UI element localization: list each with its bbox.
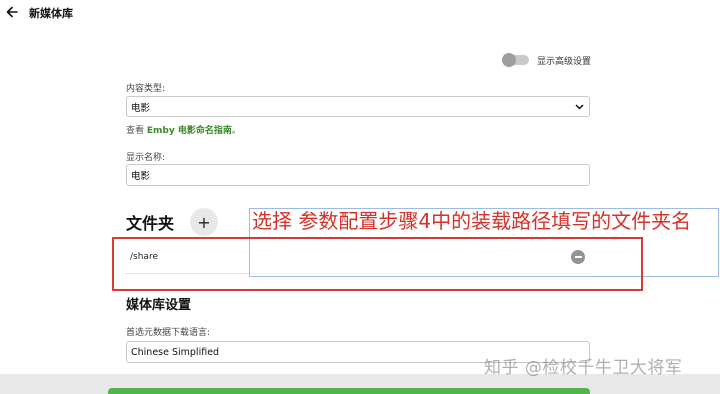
advanced-settings-toggle[interactable]: [502, 53, 529, 67]
advanced-settings-toggle-row: 显示高级设置: [502, 53, 592, 67]
advanced-settings-label: 显示高级设置: [537, 56, 592, 67]
toggle-knob: [502, 53, 516, 67]
content-type-value: 电影: [131, 102, 151, 114]
watermark: 知乎 @检校千牛卫大将军: [484, 358, 683, 378]
annotation-text: 选择 参数配置步骤4中的装载路径填写的文件夹名: [252, 209, 692, 233]
display-name-input[interactable]: 电影: [126, 164, 590, 186]
naming-guide-link[interactable]: Emby 电影命名指南: [147, 126, 232, 136]
naming-hint-prefix: 查看: [126, 126, 147, 136]
arrow-left-icon[interactable]: [6, 6, 18, 18]
library-settings-heading: 媒体库设置: [126, 298, 192, 313]
naming-hint: 查看 Emby 电影命名指南。: [126, 123, 241, 136]
back-button[interactable]: [4, 4, 20, 20]
app-header: 新媒体库: [0, 0, 720, 34]
metadata-language-label: 首选元数据下载语言:: [126, 328, 211, 338]
folders-heading: 文件夹: [126, 214, 175, 233]
metadata-language-value: Chinese Simplified: [131, 346, 220, 358]
confirm-button[interactable]: [108, 388, 590, 394]
display-name-label: 显示名称:: [126, 153, 166, 163]
naming-hint-suffix: 。: [231, 126, 241, 136]
highlight-frame: [112, 237, 643, 291]
add-folder-button[interactable]: +: [190, 208, 218, 236]
content-type-label: 内容类型:: [126, 84, 166, 94]
page-title: 新媒体库: [29, 7, 73, 20]
display-name-value: 电影: [131, 171, 151, 182]
plus-icon: +: [197, 212, 211, 232]
chevron-down-icon: [575, 103, 584, 110]
content-type-select[interactable]: 电影: [126, 96, 590, 117]
